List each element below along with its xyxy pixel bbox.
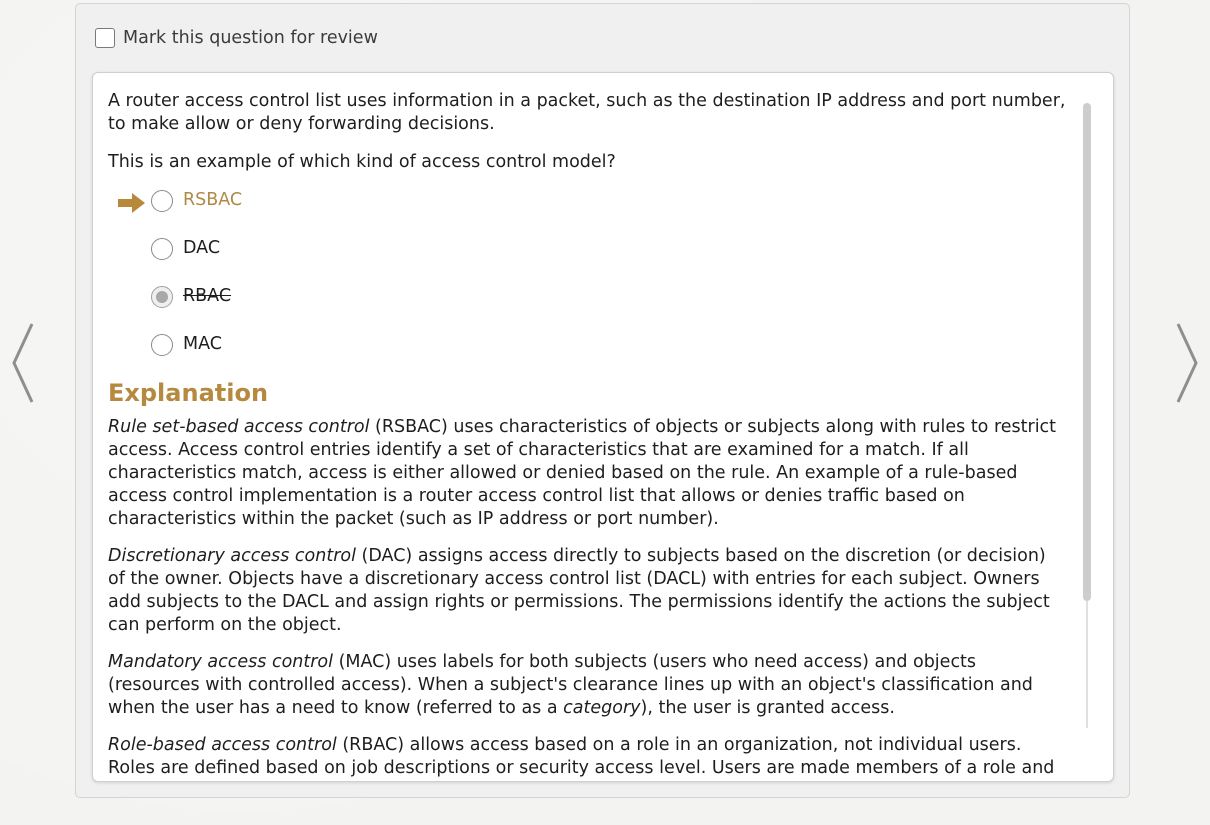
mark-for-review-label[interactable]: Mark this question for review: [123, 28, 378, 48]
scrollbar-track[interactable]: [1086, 601, 1088, 728]
option-rbac[interactable]: RBAC: [108, 286, 1068, 334]
option-label[interactable]: RBAC: [183, 285, 231, 308]
question-panel: Mark this question for review A router a…: [75, 3, 1130, 798]
scrollbar[interactable]: [1083, 103, 1091, 728]
arrow-right-icon: [118, 193, 145, 213]
next-question-button[interactable]: [1172, 322, 1202, 404]
option-dac[interactable]: DAC: [108, 238, 1068, 286]
option-mac[interactable]: MAC: [108, 334, 1068, 372]
question-content: A router access control list uses inform…: [108, 90, 1068, 781]
option-radio-selected[interactable]: [151, 286, 173, 308]
explanation-term: Mandatory access control: [108, 652, 334, 672]
mark-for-review-row[interactable]: Mark this question for review: [95, 28, 378, 48]
explanation-paragraph-rbac: Role-based access control (RBAC) allows …: [108, 734, 1068, 781]
question-card: A router access control list uses inform…: [92, 72, 1114, 782]
chevron-right-icon: [1176, 323, 1198, 403]
explanation-term: Rule set-based access control: [108, 417, 370, 437]
option-label[interactable]: MAC: [183, 333, 222, 356]
option-radio[interactable]: [151, 238, 173, 260]
explanation-paragraph-mac: Mandatory access control (MAC) uses labe…: [108, 651, 1068, 720]
explanation-term: Role-based access control: [108, 735, 337, 755]
explanation-paragraph-dac: Discretionary access control (DAC) assig…: [108, 545, 1068, 637]
option-label[interactable]: RSBAC: [183, 189, 242, 212]
explanation-term-inline: category: [563, 698, 641, 718]
chevron-left-icon: [12, 323, 34, 403]
scrollbar-thumb[interactable]: [1083, 103, 1091, 601]
explanation-text: ), the user is granted access.: [640, 698, 895, 718]
option-rsbac[interactable]: RSBAC: [108, 190, 1068, 238]
option-radio[interactable]: [151, 190, 173, 212]
explanation-heading: Explanation: [108, 379, 269, 407]
explanation-term: Discretionary access control: [108, 546, 356, 566]
question-prompt: This is an example of which kind of acce…: [108, 152, 616, 172]
explanation-paragraph-rsbac: Rule set-based access control (RSBAC) us…: [108, 416, 1068, 531]
question-text: A router access control list uses inform…: [108, 91, 1066, 134]
mark-for-review-checkbox[interactable]: [95, 28, 115, 48]
option-label[interactable]: DAC: [183, 237, 220, 260]
answer-options: RSBAC DAC RBAC MAC: [108, 190, 1068, 372]
previous-question-button[interactable]: [8, 322, 38, 404]
option-radio[interactable]: [151, 334, 173, 356]
